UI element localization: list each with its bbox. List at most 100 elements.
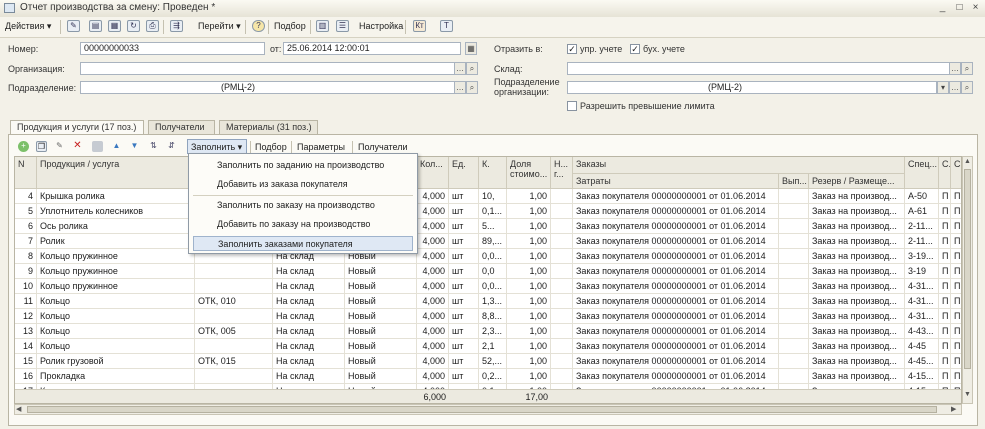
table-row[interactable]: 7 Ролик 4,000 шт 89,... 1,00 Заказ покупателя …: [15, 234, 961, 249]
delete-icon[interactable]: ✕: [72, 141, 83, 152]
cell-unit[interactable]: шт: [449, 369, 479, 384]
cell-share[interactable]: 1,00: [507, 369, 551, 384]
cell-c2[interactable]: П: [951, 264, 961, 279]
cell-n[interactable]: 15: [15, 354, 37, 369]
cell-k[interactable]: 1,3...: [479, 294, 507, 309]
cell-spec[interactable]: 4-31...: [905, 294, 939, 309]
department-field[interactable]: (РМЦ-2): [80, 81, 466, 94]
move-down-icon[interactable]: ▼: [129, 141, 140, 152]
cell-k[interactable]: 2,3...: [479, 324, 507, 339]
column-header-unit[interactable]: Ед.: [449, 157, 479, 189]
cell-reserve[interactable]: Заказ на производ...: [809, 339, 905, 354]
cell-n[interactable]: 9: [15, 264, 37, 279]
cell-output[interactable]: [779, 279, 809, 294]
cell-k[interactable]: 0,2...: [479, 369, 507, 384]
scroll-thumb[interactable]: [27, 406, 937, 413]
tab-products[interactable]: Продукция и услуги (17 поз.): [10, 120, 144, 135]
cell-qty[interactable]: 4,000: [417, 264, 449, 279]
cell-destination[interactable]: На склад: [273, 339, 345, 354]
restore-button[interactable]: □: [953, 2, 966, 14]
cell-state[interactable]: Новый: [345, 294, 417, 309]
cell-qty[interactable]: 4,000: [417, 219, 449, 234]
cell-c2[interactable]: П: [951, 234, 961, 249]
cell-characteristic[interactable]: ОТК, 010: [195, 294, 273, 309]
cell-c1[interactable]: П: [939, 204, 951, 219]
cell-reserve[interactable]: Заказ на производ...: [809, 324, 905, 339]
edit-icon[interactable]: ✎: [54, 141, 65, 152]
column-header-share[interactable]: Доля стоимо...: [507, 157, 551, 189]
close-button[interactable]: ×: [969, 2, 982, 14]
cell-share[interactable]: 1,00: [507, 249, 551, 264]
accounting-checkbox[interactable]: ✓: [630, 44, 640, 54]
tab-materials[interactable]: Материалы (31 поз.): [219, 120, 318, 134]
cell-output[interactable]: [779, 234, 809, 249]
table-row[interactable]: 4 Крышка ролика 4,000 шт 10, 1,00 Заказ покупа…: [15, 189, 961, 204]
cell-order[interactable]: Заказ покупателя 00000000001 от 01.06.20…: [573, 369, 779, 384]
cell-state[interactable]: Новый: [345, 264, 417, 279]
cell-product[interactable]: Кольцо: [37, 309, 195, 324]
scroll-right-icon[interactable]: ▶: [951, 405, 956, 413]
cell-unit[interactable]: шт: [449, 234, 479, 249]
cell-spec[interactable]: 2-11...: [905, 219, 939, 234]
cell-n[interactable]: 7: [15, 234, 37, 249]
table-row[interactable]: 5 Уплотнитель колесников 4,000 шт 0,1... 1,00…: [15, 204, 961, 219]
cell-spec[interactable]: А-50: [905, 189, 939, 204]
add-icon[interactable]: +: [18, 141, 29, 152]
cell-qty[interactable]: 4,000: [417, 279, 449, 294]
cell-product[interactable]: Крышка ролика: [37, 189, 195, 204]
cell-output[interactable]: [779, 294, 809, 309]
cell-order[interactable]: Заказ покупателя 00000000001 от 01.06.20…: [573, 309, 779, 324]
table-row[interactable]: 9 Кольцо пружинное На склад Новый 4,000 шт 0,0…: [15, 264, 961, 279]
table-row[interactable]: 15 Ролик грузовой ОТК, 015 На склад Новый 4,0…: [15, 354, 961, 369]
pick-button[interactable]: Подбор: [274, 21, 306, 31]
cell-unit[interactable]: шт: [449, 204, 479, 219]
cell-output[interactable]: [779, 324, 809, 339]
cell-order[interactable]: Заказ покупателя 00000000001 от 01.06.20…: [573, 204, 779, 219]
cell-c2[interactable]: П: [951, 249, 961, 264]
cell-n2[interactable]: [551, 354, 573, 369]
cell-unit[interactable]: шт: [449, 189, 479, 204]
cell-characteristic[interactable]: ОТК, 005: [195, 324, 273, 339]
cell-spec[interactable]: 4-45: [905, 339, 939, 354]
column-header-output[interactable]: Вып...: [779, 174, 809, 189]
pick-button[interactable]: Подбор: [255, 142, 287, 152]
cell-c2[interactable]: П: [951, 219, 961, 234]
table-row[interactable]: 8 Кольцо пружинное На склад Новый 4,000 шт 0,0…: [15, 249, 961, 264]
cell-state[interactable]: Новый: [345, 354, 417, 369]
scroll-up-icon[interactable]: ▲: [964, 158, 971, 165]
cell-qty[interactable]: 4,000: [417, 249, 449, 264]
cell-c2[interactable]: П: [951, 369, 961, 384]
cell-unit[interactable]: шт: [449, 309, 479, 324]
cell-unit[interactable]: шт: [449, 249, 479, 264]
cell-state[interactable]: Новый: [345, 369, 417, 384]
table-row[interactable]: 16 Прокладка На склад Новый 4,000 шт 0,2... 1,0…: [15, 369, 961, 384]
structure-icon[interactable]: ⇶: [170, 20, 183, 32]
cell-order[interactable]: Заказ покупателя 00000000001 от 01.06.20…: [573, 249, 779, 264]
cell-reserve[interactable]: Заказ на производ...: [809, 204, 905, 219]
cell-share[interactable]: 1,00: [507, 234, 551, 249]
cell-qty[interactable]: 4,000: [417, 309, 449, 324]
cell-n[interactable]: 11: [15, 294, 37, 309]
cell-c1[interactable]: П: [939, 264, 951, 279]
cell-output[interactable]: [779, 369, 809, 384]
end-edit-icon[interactable]: [92, 141, 103, 152]
cell-characteristic[interactable]: [195, 264, 273, 279]
table-row[interactable]: 12 Кольцо На склад Новый 4,000 шт 8,8... 1,00 За…: [15, 309, 961, 324]
table-row[interactable]: 10 Кольцо пружинное На склад Новый 4,000 шт 0,…: [15, 279, 961, 294]
table-row[interactable]: 6 Ось ролика 4,000 шт 5... 1,00 Заказ покупате…: [15, 219, 961, 234]
cell-order[interactable]: Заказ покупателя 00000000001 от 01.06.20…: [573, 279, 779, 294]
cell-qty[interactable]: 4,000: [417, 189, 449, 204]
organization-field[interactable]: [80, 62, 466, 75]
date-field[interactable]: 25.06.2014 12:00:01: [283, 42, 461, 55]
cell-unit[interactable]: шт: [449, 354, 479, 369]
cell-c2[interactable]: П: [951, 324, 961, 339]
cell-reserve[interactable]: Заказ на производ...: [809, 249, 905, 264]
cell-product[interactable]: Прокладка: [37, 369, 195, 384]
chevron-down-icon[interactable]: ▾: [937, 81, 949, 94]
menu-item-add-by-production-order[interactable]: Добавить по заказу на производство: [193, 217, 413, 232]
cell-product[interactable]: Кольцо: [37, 324, 195, 339]
cell-c1[interactable]: П: [939, 279, 951, 294]
cell-state[interactable]: Новый: [345, 309, 417, 324]
cell-reserve[interactable]: Заказ на производ...: [809, 264, 905, 279]
search-icon[interactable]: ⌕: [466, 62, 478, 75]
